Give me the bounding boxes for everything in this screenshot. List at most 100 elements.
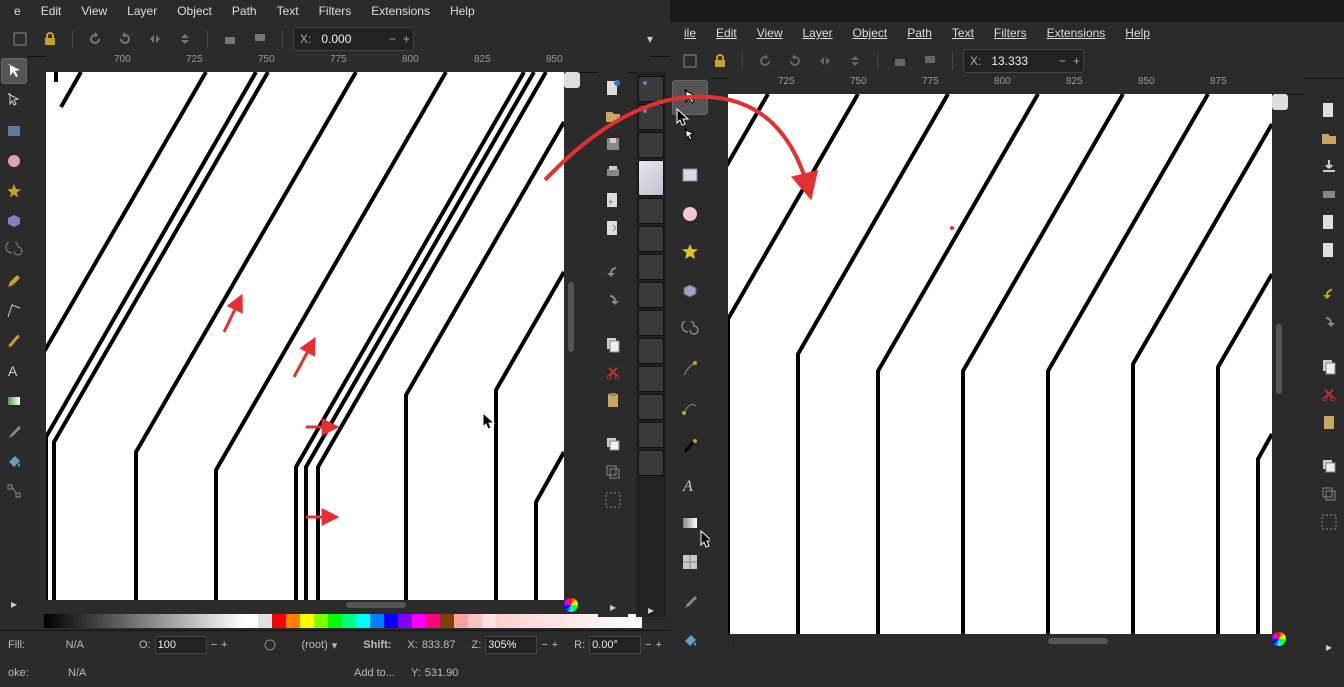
print-icon[interactable] (1319, 184, 1339, 204)
menu-text[interactable]: Text (942, 24, 984, 42)
spiral-tool[interactable] (672, 312, 708, 347)
paintbucket-tool[interactable] (672, 622, 708, 657)
menu-edit[interactable]: Edit (31, 2, 72, 20)
duplicate-icon[interactable] (603, 434, 623, 454)
paste-icon[interactable] (1319, 412, 1339, 432)
layer-dropdown-icon[interactable]: ▾ (332, 639, 338, 652)
opacity-dec[interactable]: − (211, 639, 217, 651)
rot-dec[interactable]: − (645, 639, 651, 651)
swatch-node[interactable] (638, 104, 664, 130)
flip-v-icon[interactable] (173, 27, 197, 51)
selector-tool[interactable] (1, 58, 27, 84)
dropper-tool[interactable] (1, 418, 27, 444)
canvas[interactable] (46, 72, 564, 600)
swatch-star[interactable] (638, 226, 664, 252)
swatch-cube[interactable] (638, 254, 664, 280)
redo-icon[interactable] (603, 290, 623, 310)
swatch-pencil[interactable] (638, 310, 664, 336)
menu-path[interactable]: Path (897, 24, 942, 42)
swatch-rect[interactable] (638, 132, 664, 158)
opacity-input[interactable] (155, 636, 207, 654)
cut-icon[interactable] (1319, 384, 1339, 404)
pencil-tool[interactable] (1, 268, 27, 294)
rect-tool[interactable] (1, 118, 27, 144)
menu-filters[interactable]: Filters (309, 2, 362, 20)
group-icon[interactable] (603, 490, 623, 510)
gradient-tool[interactable] (1, 388, 27, 414)
swatch-callig[interactable] (638, 366, 664, 392)
menu-extensions[interactable]: Extensions (1037, 24, 1116, 42)
swatch-bezier[interactable] (638, 338, 664, 364)
horizontal-scrollbar[interactable] (728, 636, 1304, 646)
text-tool[interactable]: A (1, 358, 27, 384)
menu-edit[interactable]: Edit (706, 24, 747, 42)
opacity-inc[interactable]: + (221, 639, 227, 651)
export-icon[interactable] (603, 218, 623, 238)
menu-layer[interactable]: Layer (793, 24, 843, 42)
group-icon[interactable] (1319, 512, 1339, 532)
expand-right-icon[interactable]: ▸ (1319, 637, 1339, 657)
flip-h-icon[interactable] (813, 49, 837, 73)
layer-label[interactable]: (root) (301, 639, 327, 651)
menu-path[interactable]: Path (222, 2, 267, 20)
clone-icon[interactable] (1319, 484, 1339, 504)
expand-icon[interactable]: ▸ (1, 591, 27, 617)
select-all-icon[interactable] (8, 27, 32, 51)
rotate-ccw-icon[interactable] (83, 27, 107, 51)
menu-file[interactable]: e (4, 2, 31, 20)
undo-icon[interactable] (1319, 284, 1339, 304)
x-increment[interactable]: + (1069, 51, 1083, 71)
zoom-input[interactable] (485, 636, 537, 654)
node-tool[interactable] (672, 119, 708, 154)
select-all-icon[interactable] (678, 49, 702, 73)
print-icon[interactable] (603, 162, 623, 182)
swatch-grad[interactable] (638, 422, 664, 448)
menu-view[interactable]: View (747, 24, 793, 42)
menu-text[interactable]: Text (267, 2, 309, 20)
menu-extensions[interactable]: Extensions (361, 2, 440, 20)
mesh-tool[interactable] (672, 545, 708, 580)
new-doc-icon[interactable] (1319, 100, 1339, 120)
cut-icon[interactable] (603, 362, 623, 382)
copy-icon[interactable] (603, 334, 623, 354)
ellipse-tool[interactable] (672, 196, 708, 231)
text-tool[interactable]: A (672, 467, 708, 502)
bezier-tool[interactable] (672, 390, 708, 425)
3dbox-tool[interactable] (1, 208, 27, 234)
swatch-mesh[interactable] (638, 450, 664, 476)
canvas-corner-icon[interactable] (564, 72, 580, 88)
star-tool[interactable] (1, 178, 27, 204)
color-palette[interactable] (44, 614, 642, 628)
swatch-spiral[interactable] (638, 282, 664, 308)
canvas-corner-icon[interactable] (1272, 94, 1288, 110)
ellipse-tool[interactable] (1, 148, 27, 174)
clone-icon[interactable] (603, 462, 623, 482)
paintbucket-tool[interactable] (1, 448, 27, 474)
new-doc-icon[interactable] (603, 78, 623, 98)
x-input[interactable] (987, 51, 1055, 71)
dropdown-arrow-icon[interactable]: ▾ (638, 27, 662, 51)
menu-help[interactable]: Help (440, 2, 485, 20)
rect-tool[interactable] (672, 157, 708, 192)
3dbox-tool[interactable] (672, 274, 708, 309)
duplicate-icon[interactable] (1319, 456, 1339, 476)
lock-icon[interactable] (38, 27, 62, 51)
raise-icon[interactable] (888, 49, 912, 73)
rotate-cw-icon[interactable] (783, 49, 807, 73)
raise-icon[interactable] (218, 27, 242, 51)
rotate-cw-icon[interactable] (113, 27, 137, 51)
vertical-scrollbar[interactable] (566, 72, 576, 600)
redo-icon[interactable] (1319, 312, 1339, 332)
x-coord-field[interactable]: X: − + (293, 27, 414, 51)
expand-swatch-icon[interactable]: ▸ (648, 603, 654, 617)
flip-h-icon[interactable] (143, 27, 167, 51)
bezier-tool[interactable] (1, 298, 27, 324)
zoom-dec[interactable]: − (541, 639, 547, 651)
import-icon[interactable] (1319, 212, 1339, 232)
flip-v-icon[interactable] (843, 49, 867, 73)
node-tool[interactable] (1, 88, 27, 114)
menu-file[interactable]: ile (674, 24, 706, 42)
color-wheel-icon[interactable] (564, 598, 578, 612)
x-coord-field[interactable]: X: − + (963, 49, 1084, 73)
open-icon[interactable] (603, 106, 623, 126)
